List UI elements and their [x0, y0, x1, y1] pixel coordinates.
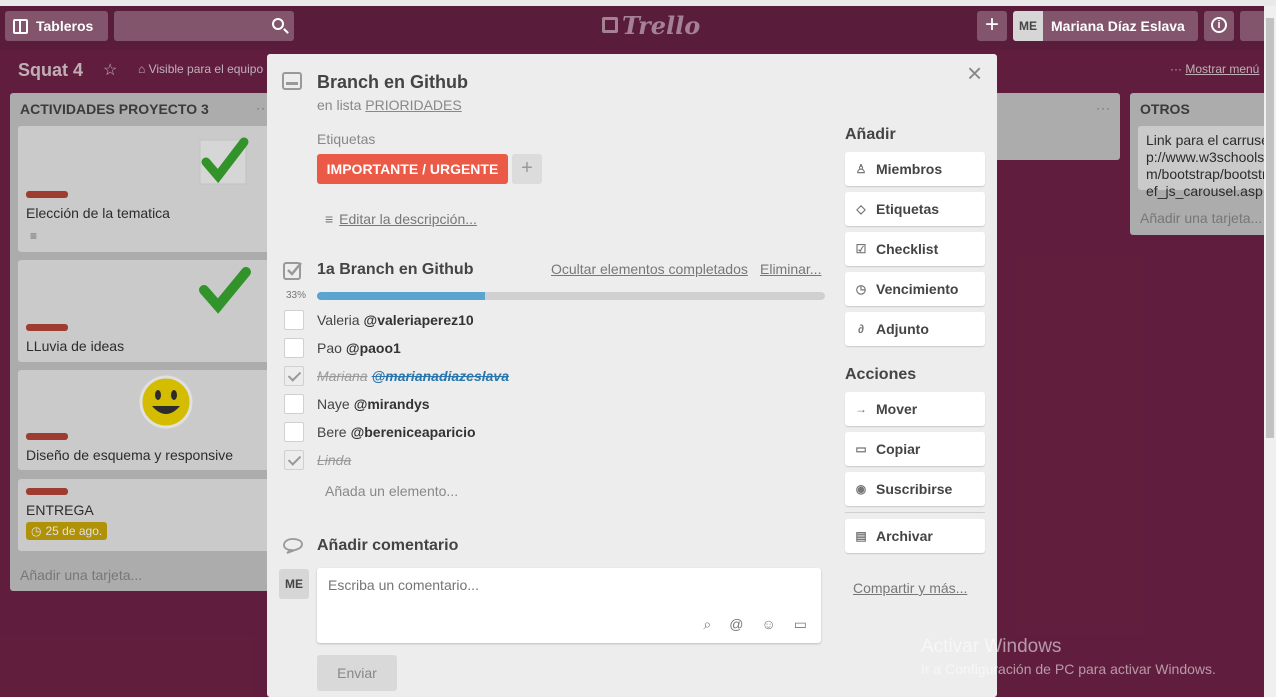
actions-heading: Acciones — [845, 366, 917, 383]
checklist-item[interactable]: Linda — [284, 450, 355, 470]
create-button[interactable]: + — [977, 11, 1007, 41]
checklist-checkbox[interactable] — [284, 338, 304, 358]
description-icon: ≡ — [325, 211, 334, 227]
arrow-right-icon: → — [855, 402, 867, 416]
checkbox-icon: ☑ — [855, 242, 867, 256]
comment-input[interactable] — [328, 577, 808, 593]
progress-percent: 33% — [286, 290, 307, 301]
archive-icon: ▤ — [855, 529, 867, 543]
add-item-input[interactable]: Añada un elemento... — [325, 483, 458, 499]
logo-text: Trello — [622, 10, 701, 40]
windows-watermark-text: Ir a Configuración de PC para activar Wi… — [921, 661, 1216, 677]
delete-checklist-link[interactable]: Eliminar... — [760, 261, 821, 277]
boards-label: Tableros — [36, 18, 94, 34]
checklist-item[interactable]: Bere @bereniceaparicio — [284, 422, 476, 442]
trello-logo[interactable]: Trello — [602, 10, 700, 40]
windows-watermark-title: Activar Windows — [921, 636, 1062, 657]
card-detail-title[interactable]: Branch en Github — [317, 72, 468, 93]
checklist-title[interactable]: 1a Branch en Github — [317, 261, 473, 279]
list-name-link[interactable]: PRIORIDADES — [365, 97, 461, 113]
checklist-item-name: Bere — [317, 424, 347, 440]
comment-box[interactable]: ⌕ @ ☺ ▭ — [317, 568, 821, 643]
person-icon: ♙ — [855, 162, 867, 176]
move-button[interactable]: → Mover — [845, 392, 985, 426]
checklist-item-name: Linda — [317, 452, 352, 468]
member-menu-button[interactable]: ME Mariana Díaz Eslava — [1013, 11, 1198, 41]
checklist-item[interactable]: Valeria @valeriaperez10 — [284, 310, 474, 330]
members-button[interactable]: ♙ Miembros — [845, 152, 985, 186]
checklist-item-name: Naye — [317, 396, 350, 412]
checklist-item-mention[interactable]: @valeriaperez10 — [364, 312, 474, 328]
comment-icon — [283, 538, 303, 554]
checklist-item[interactable]: Naye @mirandys — [284, 394, 430, 414]
add-label-button[interactable]: + — [512, 154, 542, 184]
add-heading: Añadir — [845, 126, 896, 143]
checklist-checkbox[interactable] — [284, 394, 304, 414]
checklist-checkbox[interactable] — [284, 450, 304, 470]
member-name: Mariana Díaz Eslava — [1051, 18, 1185, 34]
emoji-icon[interactable]: ☺ — [761, 616, 775, 633]
checklist-item-name: Valeria — [317, 312, 360, 328]
trello-logo-icon — [602, 17, 618, 33]
checklist-button[interactable]: ☑ Checklist — [845, 232, 985, 266]
checklist-item-mention[interactable]: @mirandys — [354, 396, 430, 412]
avatar: ME — [1013, 11, 1043, 41]
copy-button[interactable]: ▭ Copiar — [845, 432, 985, 466]
progress-bar — [317, 292, 825, 300]
progress-fill — [317, 292, 485, 300]
card-icon — [282, 72, 302, 90]
archive-button[interactable]: ▤ Archivar — [845, 519, 985, 553]
checklist-item[interactable]: Mariana @marianadiazeslava — [284, 366, 509, 386]
checklist-item-mention[interactable]: @bereniceaparicio — [351, 424, 476, 440]
eye-icon: ◉ — [855, 482, 867, 496]
copy-icon: ▭ — [855, 442, 867, 456]
clock-icon: ◷ — [855, 282, 867, 296]
label-important-urgent[interactable]: IMPORTANTE / URGENTE — [317, 154, 508, 184]
mention-icon[interactable]: @ — [729, 616, 743, 633]
card-detail-modal: × Branch en Github en lista PRIORIDADES … — [267, 54, 997, 697]
scrollbar-thumb[interactable] — [1266, 18, 1274, 438]
boards-icon — [13, 18, 28, 34]
search-input[interactable] — [114, 11, 294, 41]
close-icon[interactable]: × — [967, 60, 982, 86]
attachment-button[interactable]: ∂ Adjunto — [845, 312, 985, 346]
checklist-checkbox[interactable] — [284, 310, 304, 330]
comment-tools: ⌕ @ ☺ ▭ — [703, 616, 807, 633]
checklist-item-name: Mariana — [317, 368, 368, 384]
checklist-item-mention[interactable]: @paoo1 — [346, 340, 401, 356]
due-date-button[interactable]: ◷ Vencimiento — [845, 272, 985, 306]
avatar: ME — [279, 569, 309, 599]
checklist-item[interactable]: Pao @paoo1 — [284, 338, 401, 358]
checklist-checkbox[interactable] — [284, 422, 304, 442]
page-scrollbar[interactable] — [1264, 6, 1276, 697]
hide-completed-link[interactable]: Ocultar elementos completados — [551, 261, 748, 277]
add-comment-heading: Añadir comentario — [317, 537, 459, 554]
labels-heading: Etiquetas — [317, 131, 376, 147]
checklist-icon — [283, 262, 302, 280]
card-link-icon[interactable]: ▭ — [794, 616, 807, 633]
browser-strip — [0, 0, 1276, 6]
paperclip-icon: ∂ — [858, 322, 864, 336]
checklist-item-mention[interactable]: @marianadiazeslava — [372, 368, 509, 384]
labels-button[interactable]: ◇ Etiquetas — [845, 192, 985, 226]
subscribe-button[interactable]: ◉ Suscribirse — [845, 472, 985, 506]
edit-description-link[interactable]: ≡ Editar la descripción... — [325, 211, 477, 227]
info-icon[interactable] — [1204, 11, 1234, 41]
search-icon — [272, 18, 284, 30]
checklist-item-name: Pao — [317, 340, 342, 356]
checklist-checkbox[interactable] — [284, 366, 304, 386]
send-button[interactable]: Enviar — [317, 655, 397, 691]
in-list-text: en lista PRIORIDADES — [317, 97, 462, 113]
boards-button[interactable]: Tableros — [5, 11, 108, 41]
divider — [845, 512, 985, 513]
attachment-icon[interactable]: ⌕ — [703, 616, 711, 633]
tag-icon: ◇ — [856, 202, 866, 216]
share-more-link[interactable]: Compartir y más... — [853, 580, 967, 596]
